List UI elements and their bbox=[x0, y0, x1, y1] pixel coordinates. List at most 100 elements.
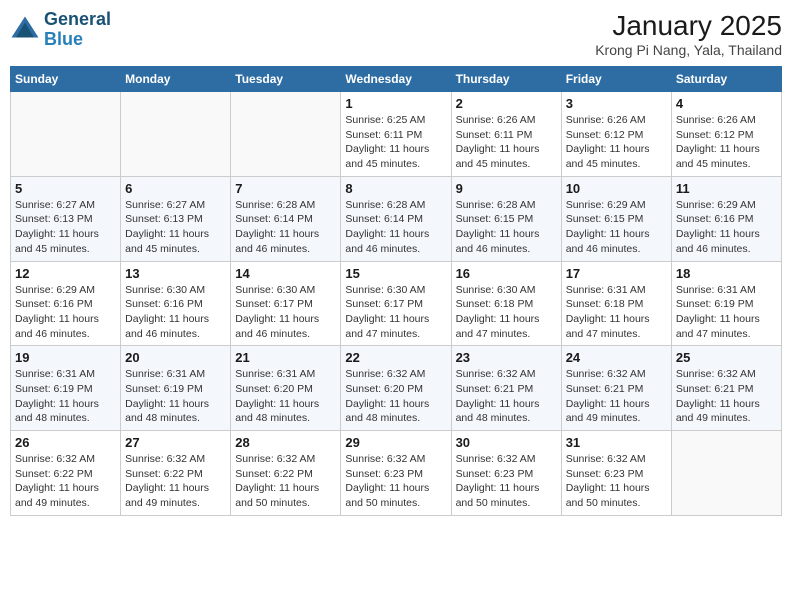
calendar-cell: 9Sunrise: 6:28 AM Sunset: 6:15 PM Daylig… bbox=[451, 176, 561, 261]
day-info: Sunrise: 6:32 AM Sunset: 6:22 PM Dayligh… bbox=[235, 452, 336, 511]
day-info: Sunrise: 6:32 AM Sunset: 6:20 PM Dayligh… bbox=[345, 367, 446, 426]
day-number: 17 bbox=[566, 266, 667, 281]
day-number: 13 bbox=[125, 266, 226, 281]
page-title: January 2025 bbox=[595, 10, 782, 42]
calendar-week-row: 1 Sunrise: 6:25 AM Sunset: 6:11 PM Daylig… bbox=[11, 92, 782, 177]
calendar-cell: 21Sunrise: 6:31 AM Sunset: 6:20 PM Dayli… bbox=[231, 346, 341, 431]
calendar-cell bbox=[11, 92, 121, 177]
day-info: Sunrise: 6:30 AM Sunset: 6:17 PM Dayligh… bbox=[345, 283, 446, 342]
logo-icon bbox=[10, 15, 40, 45]
day-number: 31 bbox=[566, 435, 667, 450]
day-info: Sunrise: 6:30 AM Sunset: 6:17 PM Dayligh… bbox=[235, 283, 336, 342]
calendar-cell: 22 Sunrise: 6:32 AM Sunset: 6:20 PM Dayli… bbox=[341, 346, 451, 431]
day-info: Sunrise: 6:28 AM Sunset: 6:15 PM Dayligh… bbox=[456, 198, 557, 257]
day-info: Sunrise: 6:30 AM Sunset: 6:18 PM Dayligh… bbox=[456, 283, 557, 342]
weekday-header-tuesday: Tuesday bbox=[231, 67, 341, 92]
calendar-cell bbox=[121, 92, 231, 177]
day-info: Sunrise: 6:26 AM Sunset: 6:12 PM Dayligh… bbox=[566, 113, 667, 172]
weekday-header-friday: Friday bbox=[561, 67, 671, 92]
day-info: Sunrise: 6:29 AM Sunset: 6:16 PM Dayligh… bbox=[15, 283, 116, 342]
calendar-cell: 23 Sunrise: 6:32 AM Sunset: 6:21 PM Dayli… bbox=[451, 346, 561, 431]
day-info: Sunrise: 6:31 AM Sunset: 6:19 PM Dayligh… bbox=[125, 367, 226, 426]
logo-text: General Blue bbox=[44, 10, 111, 50]
calendar-cell: 25 Sunrise: 6:32 AM Sunset: 6:21 PM Dayli… bbox=[671, 346, 781, 431]
calendar-cell: 20Sunrise: 6:31 AM Sunset: 6:19 PM Dayli… bbox=[121, 346, 231, 431]
day-info: Sunrise: 6:32 AM Sunset: 6:22 PM Dayligh… bbox=[125, 452, 226, 511]
day-number: 16 bbox=[456, 266, 557, 281]
calendar-cell: 17 Sunrise: 6:31 AM Sunset: 6:18 PM Dayli… bbox=[561, 261, 671, 346]
day-info: Sunrise: 6:32 AM Sunset: 6:21 PM Dayligh… bbox=[566, 367, 667, 426]
calendar-cell: 26 Sunrise: 6:32 AM Sunset: 6:22 PM Dayli… bbox=[11, 431, 121, 516]
day-info: Sunrise: 6:31 AM Sunset: 6:19 PM Dayligh… bbox=[676, 283, 777, 342]
calendar-cell: 7 Sunrise: 6:28 AM Sunset: 6:14 PM Daylig… bbox=[231, 176, 341, 261]
day-info: Sunrise: 6:32 AM Sunset: 6:23 PM Dayligh… bbox=[456, 452, 557, 511]
day-number: 26 bbox=[15, 435, 116, 450]
weekday-header-monday: Monday bbox=[121, 67, 231, 92]
day-info: Sunrise: 6:28 AM Sunset: 6:14 PM Dayligh… bbox=[235, 198, 336, 257]
day-number: 30 bbox=[456, 435, 557, 450]
day-number: 1 bbox=[345, 96, 446, 111]
day-info: Sunrise: 6:25 AM Sunset: 6:11 PM Dayligh… bbox=[345, 113, 446, 172]
day-number: 25 bbox=[676, 350, 777, 365]
calendar-header-row: SundayMondayTuesdayWednesdayThursdayFrid… bbox=[11, 67, 782, 92]
day-number: 23 bbox=[456, 350, 557, 365]
day-info: Sunrise: 6:32 AM Sunset: 6:21 PM Dayligh… bbox=[456, 367, 557, 426]
page-subtitle: Krong Pi Nang, Yala, Thailand bbox=[595, 42, 782, 58]
weekday-header-wednesday: Wednesday bbox=[341, 67, 451, 92]
day-number: 3 bbox=[566, 96, 667, 111]
calendar-cell: 24Sunrise: 6:32 AM Sunset: 6:21 PM Dayli… bbox=[561, 346, 671, 431]
calendar-cell: 1 Sunrise: 6:25 AM Sunset: 6:11 PM Daylig… bbox=[341, 92, 451, 177]
calendar-cell: 4 Sunrise: 6:26 AM Sunset: 6:12 PM Daylig… bbox=[671, 92, 781, 177]
day-info: Sunrise: 6:31 AM Sunset: 6:19 PM Dayligh… bbox=[15, 367, 116, 426]
calendar-cell: 14 Sunrise: 6:30 AM Sunset: 6:17 PM Dayli… bbox=[231, 261, 341, 346]
day-number: 5 bbox=[15, 181, 116, 196]
weekday-header-thursday: Thursday bbox=[451, 67, 561, 92]
day-info: Sunrise: 6:31 AM Sunset: 6:20 PM Dayligh… bbox=[235, 367, 336, 426]
day-number: 22 bbox=[345, 350, 446, 365]
calendar-cell: 5Sunrise: 6:27 AM Sunset: 6:13 PM Daylig… bbox=[11, 176, 121, 261]
weekday-header-saturday: Saturday bbox=[671, 67, 781, 92]
day-info: Sunrise: 6:31 AM Sunset: 6:18 PM Dayligh… bbox=[566, 283, 667, 342]
calendar-cell: 12 Sunrise: 6:29 AM Sunset: 6:16 PM Dayli… bbox=[11, 261, 121, 346]
day-number: 7 bbox=[235, 181, 336, 196]
day-number: 6 bbox=[125, 181, 226, 196]
day-info: Sunrise: 6:29 AM Sunset: 6:15 PM Dayligh… bbox=[566, 198, 667, 257]
calendar-cell: 18 Sunrise: 6:31 AM Sunset: 6:19 PM Dayli… bbox=[671, 261, 781, 346]
day-number: 2 bbox=[456, 96, 557, 111]
day-info: Sunrise: 6:26 AM Sunset: 6:12 PM Dayligh… bbox=[676, 113, 777, 172]
calendar-cell: 31Sunrise: 6:32 AM Sunset: 6:23 PM Dayli… bbox=[561, 431, 671, 516]
calendar-week-row: 26 Sunrise: 6:32 AM Sunset: 6:22 PM Dayli… bbox=[11, 431, 782, 516]
day-number: 15 bbox=[345, 266, 446, 281]
calendar-cell: 6 Sunrise: 6:27 AM Sunset: 6:13 PM Daylig… bbox=[121, 176, 231, 261]
calendar-cell: 19 Sunrise: 6:31 AM Sunset: 6:19 PM Dayli… bbox=[11, 346, 121, 431]
calendar-cell: 11Sunrise: 6:29 AM Sunset: 6:16 PM Dayli… bbox=[671, 176, 781, 261]
day-number: 12 bbox=[15, 266, 116, 281]
day-number: 18 bbox=[676, 266, 777, 281]
calendar-table: SundayMondayTuesdayWednesdayThursdayFrid… bbox=[10, 66, 782, 516]
calendar-week-row: 12 Sunrise: 6:29 AM Sunset: 6:16 PM Dayli… bbox=[11, 261, 782, 346]
day-number: 27 bbox=[125, 435, 226, 450]
day-info: Sunrise: 6:32 AM Sunset: 6:21 PM Dayligh… bbox=[676, 367, 777, 426]
calendar-week-row: 19 Sunrise: 6:31 AM Sunset: 6:19 PM Dayli… bbox=[11, 346, 782, 431]
day-number: 8 bbox=[345, 181, 446, 196]
calendar-cell bbox=[231, 92, 341, 177]
day-number: 19 bbox=[15, 350, 116, 365]
day-number: 10 bbox=[566, 181, 667, 196]
day-info: Sunrise: 6:30 AM Sunset: 6:16 PM Dayligh… bbox=[125, 283, 226, 342]
calendar-week-row: 5 Sunrise: 6:27 AM Sunset: 6:13 PM Daylig… bbox=[11, 176, 782, 261]
day-number: 14 bbox=[235, 266, 336, 281]
calendar-cell: 8Sunrise: 6:28 AM Sunset: 6:14 PM Daylig… bbox=[341, 176, 451, 261]
logo: General Blue bbox=[10, 10, 111, 50]
day-info: Sunrise: 6:26 AM Sunset: 6:11 PM Dayligh… bbox=[456, 113, 557, 172]
calendar-cell: 3 Sunrise: 6:26 AM Sunset: 6:12 PM Daylig… bbox=[561, 92, 671, 177]
day-number: 28 bbox=[235, 435, 336, 450]
day-number: 4 bbox=[676, 96, 777, 111]
day-info: Sunrise: 6:32 AM Sunset: 6:23 PM Dayligh… bbox=[345, 452, 446, 511]
calendar-cell: 10 Sunrise: 6:29 AM Sunset: 6:15 PM Dayli… bbox=[561, 176, 671, 261]
calendar-cell: 15 Sunrise: 6:30 AM Sunset: 6:17 PM Dayli… bbox=[341, 261, 451, 346]
day-info: Sunrise: 6:27 AM Sunset: 6:13 PM Dayligh… bbox=[125, 198, 226, 257]
day-number: 29 bbox=[345, 435, 446, 450]
day-number: 11 bbox=[676, 181, 777, 196]
day-info: Sunrise: 6:32 AM Sunset: 6:22 PM Dayligh… bbox=[15, 452, 116, 511]
calendar-cell: 2 Sunrise: 6:26 AM Sunset: 6:11 PM Daylig… bbox=[451, 92, 561, 177]
